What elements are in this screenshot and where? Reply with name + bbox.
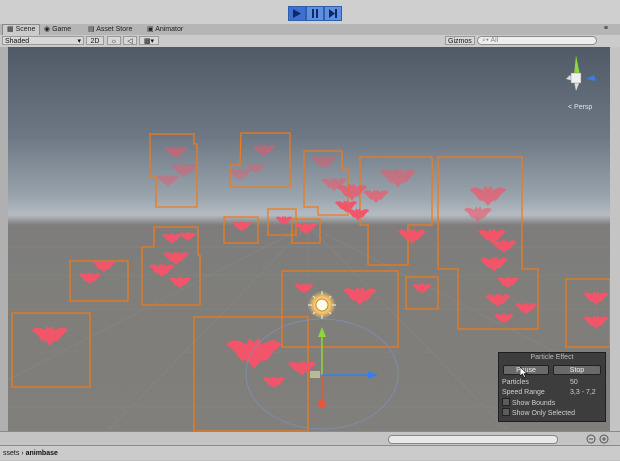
effects-toggle[interactable]: ▩▾ bbox=[139, 36, 159, 45]
speed-range-label: Speed Range bbox=[502, 389, 545, 396]
orientation-gizmo[interactable]: < Persp bbox=[566, 55, 596, 111]
bounds-box bbox=[565, 278, 610, 348]
play-icon bbox=[293, 9, 301, 18]
shading-mode-dropdown[interactable]: Shaded ▾ bbox=[2, 36, 84, 45]
play-button[interactable] bbox=[288, 6, 306, 21]
zoom-in-icon[interactable] bbox=[599, 434, 609, 444]
scene-viewport[interactable]: < Persp Particle Effect Pause Stop Parti… bbox=[8, 47, 610, 431]
transform-gizmo[interactable] bbox=[245, 291, 399, 430]
step-button[interactable] bbox=[324, 6, 342, 21]
tab-animator[interactable]: ▣ Animator bbox=[143, 25, 187, 35]
particles-row: Particles 50 bbox=[502, 378, 604, 387]
show-bounds-label: Show Bounds bbox=[512, 400, 556, 407]
inspector-edge bbox=[610, 47, 620, 431]
image-icon: ▩▾ bbox=[143, 38, 155, 45]
breadcrumb-animbase[interactable]: animbase bbox=[26, 450, 58, 457]
particle-effect-panel: Particle Effect Pause Stop Particles 50 … bbox=[498, 352, 606, 422]
tab-scene[interactable]: ▦ Scene bbox=[2, 24, 41, 35]
dropdown-arrow-icon: ▾ bbox=[77, 38, 81, 45]
2d-toggle-label: 2D bbox=[90, 38, 100, 45]
tab-asset-store[interactable]: ▤ Asset Store bbox=[84, 25, 136, 35]
persp-label: < Persp bbox=[568, 104, 592, 111]
show-only-selected-checkbox[interactable] bbox=[502, 408, 510, 416]
gizmos-label: Gizmos bbox=[448, 38, 472, 45]
lighting-toggle[interactable]: ☼ bbox=[107, 36, 121, 45]
horizontal-scrollbar[interactable] bbox=[0, 431, 620, 446]
pause-button[interactable] bbox=[306, 6, 324, 21]
tab-scene-label: Scene bbox=[15, 26, 36, 33]
shading-mode-label: Shaded bbox=[5, 38, 30, 45]
sun-icon: ☼ bbox=[110, 38, 118, 45]
particles-label: Particles bbox=[502, 379, 529, 386]
search-placeholder: All bbox=[490, 37, 499, 44]
cursor-icon bbox=[520, 367, 528, 378]
tab-game[interactable]: ◉ Game bbox=[40, 25, 75, 35]
tab-game-label: Game bbox=[52, 26, 72, 33]
game-icon: ◉ bbox=[44, 26, 51, 33]
playback-controls bbox=[288, 6, 342, 21]
particle-panel-title: Particle Effect bbox=[530, 354, 574, 361]
show-only-selected-label: Show Only Selected bbox=[512, 410, 576, 417]
bounds-box bbox=[11, 312, 91, 388]
search-icon: ⌕▾ bbox=[482, 37, 489, 44]
bounds-box bbox=[437, 156, 539, 330]
audio-toggle[interactable]: ◁ bbox=[123, 36, 137, 45]
asset-store-icon: ▤ bbox=[88, 26, 95, 33]
breadcrumb-assets[interactable]: ssets bbox=[3, 450, 19, 457]
scrollbar-thumb[interactable] bbox=[388, 435, 558, 444]
show-only-selected-row[interactable]: Show Only Selected bbox=[502, 408, 604, 417]
speed-range-row: Speed Range 3,3 - 7,2 bbox=[502, 388, 604, 397]
2d-toggle[interactable]: 2D bbox=[86, 36, 104, 45]
show-bounds-row[interactable]: Show Bounds bbox=[502, 398, 604, 407]
main-toolbar bbox=[0, 0, 620, 25]
pause-icon bbox=[312, 9, 318, 18]
gizmos-dropdown[interactable]: Gizmos ▾ bbox=[445, 36, 475, 54]
scene-icon: ▦ bbox=[7, 26, 14, 33]
bounds-box bbox=[193, 316, 309, 431]
show-bounds-checkbox[interactable] bbox=[502, 398, 510, 406]
project-breadcrumb: ssets › animbase bbox=[0, 445, 620, 460]
step-icon bbox=[329, 9, 337, 18]
stop-particles-label: Stop bbox=[569, 367, 585, 374]
tab-animator-label: Animator bbox=[155, 26, 184, 33]
particles-value: 50 bbox=[570, 379, 578, 386]
speaker-icon: ◁ bbox=[127, 38, 133, 45]
tab-menu-icon[interactable]: ≡ bbox=[604, 25, 608, 32]
animator-icon: ▣ bbox=[147, 26, 154, 33]
speed-range-value: 3,3 - 7,2 bbox=[570, 389, 596, 396]
zoom-out-icon[interactable] bbox=[586, 434, 596, 444]
tab-asset-store-label: Asset Store bbox=[96, 26, 133, 33]
stop-particles-button[interactable]: Stop bbox=[553, 365, 601, 375]
search-input[interactable]: ⌕▾ All bbox=[477, 36, 597, 45]
